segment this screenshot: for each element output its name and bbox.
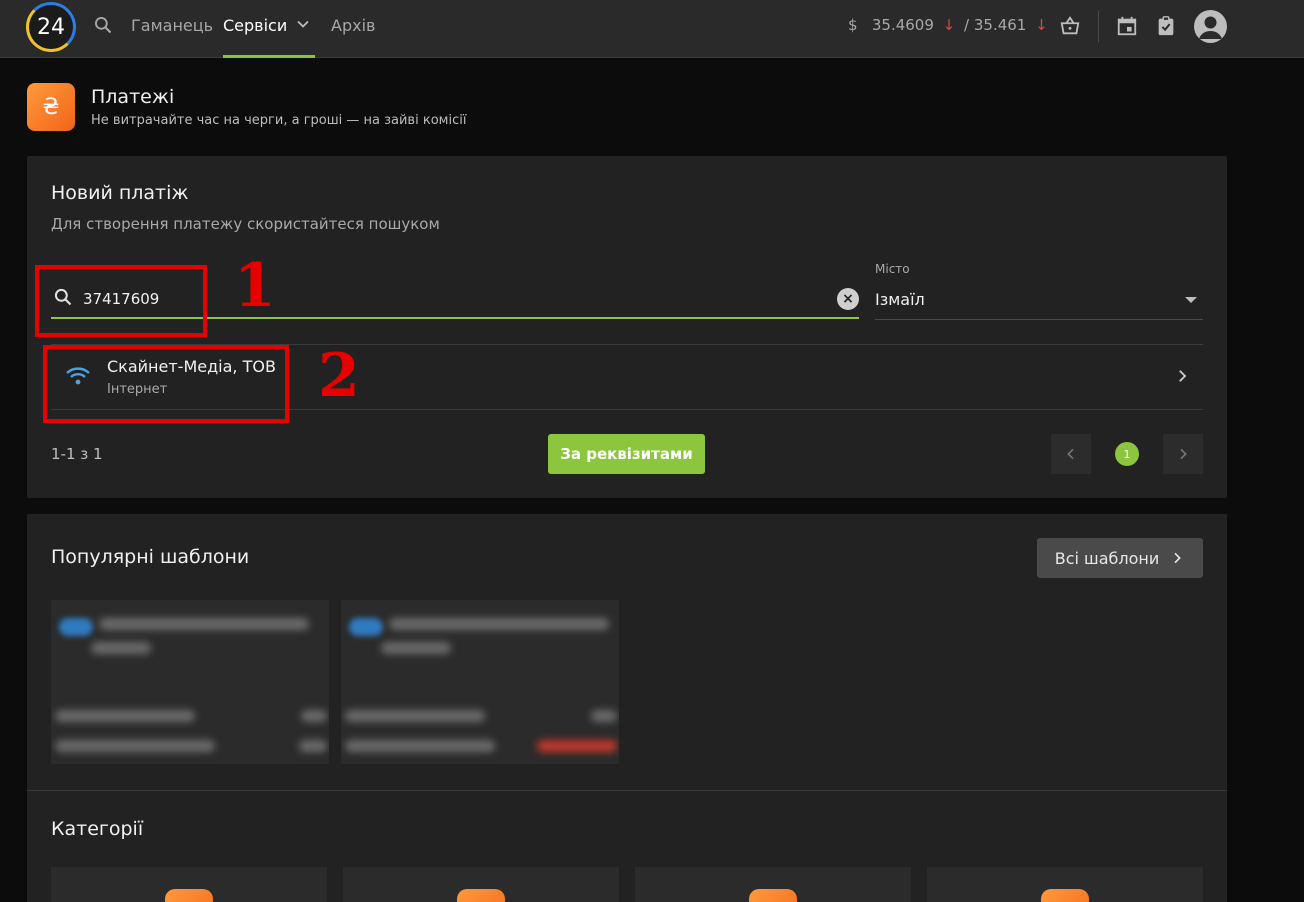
nav-archive[interactable]: Архів — [331, 16, 375, 35]
blurred-text — [55, 740, 215, 752]
hryvnia-icon: ₴ — [27, 83, 75, 131]
next-page-button[interactable] — [1163, 434, 1203, 474]
annotation-box-2 — [43, 345, 289, 423]
template-tile-blurred[interactable] — [341, 600, 619, 764]
down-arrow-icon: ↓ — [942, 16, 956, 34]
category-tile[interactable] — [51, 867, 327, 902]
down-arrow-icon: ↓ — [1035, 16, 1048, 34]
category-icon — [1041, 889, 1089, 902]
chevron-right-icon — [1174, 552, 1182, 564]
page-number-current[interactable]: 1 — [1115, 442, 1139, 466]
blurred-text — [345, 740, 495, 752]
city-label: Місто — [875, 262, 910, 276]
rate-sell: / 35.461 — [964, 16, 1027, 34]
annotation-number-2: 2 — [318, 341, 360, 411]
new-payment-title: Новий платіж — [51, 182, 189, 204]
page-title: Платежі — [91, 86, 175, 108]
blurred-text — [537, 740, 617, 752]
blurred-icon — [59, 618, 93, 636]
top-bar: 24 Гаманець Сервіси Архів $ 35.4609 ↓ / … — [0, 0, 1304, 58]
new-payment-subtitle: Для створення платежу скористайтеся пошу… — [51, 215, 440, 233]
category-icon — [749, 889, 797, 902]
nav-services[interactable]: Сервіси — [223, 16, 287, 35]
new-payment-card: Новий платіж Для створення платежу скори… — [27, 156, 1227, 498]
exchange-rates: $ 35.4609 ↓ / 35.461 ↓ — [848, 16, 1052, 34]
all-templates-button[interactable]: Всі шаблони — [1037, 538, 1203, 578]
results-range: 1-1 з 1 — [51, 445, 103, 463]
page-subtitle: Не витрачайте час на черги, а гроші — на… — [91, 113, 467, 128]
basket-icon[interactable] — [1058, 14, 1082, 38]
caret-down-icon — [1185, 297, 1197, 303]
annotation-box-1 — [35, 265, 207, 337]
blurred-text — [389, 618, 609, 630]
templates-card: Популярні шаблони Всі шаблони Категорії — [27, 514, 1227, 902]
prev-page-button[interactable] — [1051, 434, 1091, 474]
category-icon — [165, 889, 213, 902]
user-avatar-icon[interactable] — [1194, 10, 1227, 43]
blurred-text — [55, 710, 195, 722]
blurred-text — [299, 740, 327, 752]
category-tile[interactable] — [927, 867, 1203, 902]
privat24-logo[interactable]: 24 — [26, 2, 76, 52]
city-select[interactable]: Ізмаїл — [875, 280, 1203, 320]
search-icon[interactable] — [92, 14, 114, 36]
clear-search-icon[interactable]: × — [837, 288, 859, 310]
currency-symbol: $ — [848, 16, 858, 34]
blurred-text — [91, 642, 151, 654]
category-icon — [457, 889, 505, 902]
blurred-icon — [349, 618, 383, 636]
clipboard-check-icon[interactable] — [1154, 14, 1178, 38]
rate-buy: 35.4609 — [871, 16, 934, 34]
blurred-text — [99, 618, 309, 630]
blurred-text — [381, 642, 451, 654]
chevron-right-icon — [1173, 367, 1191, 389]
nav-active-indicator — [223, 55, 315, 58]
category-tile[interactable] — [343, 867, 619, 902]
nav-wallet[interactable]: Гаманець — [131, 16, 213, 35]
chevron-down-icon[interactable] — [293, 14, 313, 38]
section-divider — [27, 790, 1227, 791]
blurred-text — [345, 710, 485, 722]
annotation-number-1: 1 — [234, 251, 276, 321]
top-divider — [1098, 10, 1099, 42]
template-tile-blurred[interactable] — [51, 600, 329, 764]
calendar-icon[interactable] — [1115, 14, 1139, 38]
templates-title: Популярні шаблони — [51, 546, 250, 568]
categories-title: Категорії — [51, 818, 144, 840]
by-requisites-button[interactable]: За реквізитами — [548, 434, 705, 474]
all-templates-label: Всі шаблони — [1054, 548, 1160, 568]
category-tile[interactable] — [635, 867, 911, 902]
city-value: Ізмаїл — [875, 290, 925, 309]
blurred-text — [301, 710, 327, 722]
blurred-text — [591, 710, 617, 722]
